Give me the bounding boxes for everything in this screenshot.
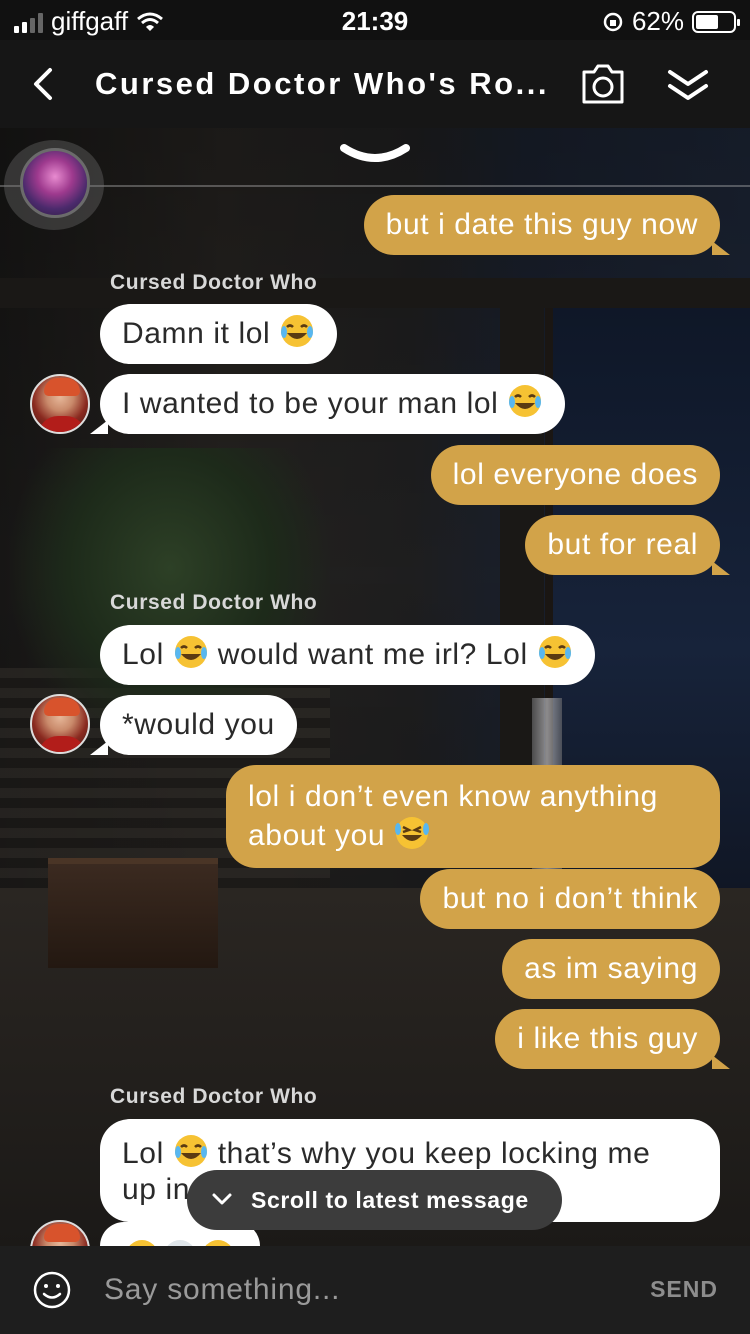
scroll-to-latest-label: Scroll to latest message [251,1187,529,1213]
message-incoming[interactable]: Lol would want me irl? Lol [100,625,595,685]
chevron-down-icon [212,1193,232,1205]
room-background [0,128,750,1246]
camera-icon[interactable] [580,62,626,106]
message-text-line: about you [248,819,386,852]
message-input[interactable] [104,1266,584,1314]
message-text-line-wrap: Lol that’s why you keep locking me [122,1133,698,1172]
status-right: 62% [602,6,740,37]
message-text: Damn it lol [122,317,271,350]
message-incoming[interactable]: *would you [90,695,297,755]
double-chevron-down-icon[interactable] [664,64,712,106]
battery-icon [692,10,740,33]
battery-fill [696,14,719,29]
message-outgoing[interactable]: but for real [525,515,730,575]
chat-header: Cursed Doctor Who's Ro... [0,40,750,128]
status-bar: giffgaff 21:39 62% [0,0,750,40]
laughing-tears-emoji-icon [509,385,542,417]
message-text: but no i don’t think [442,882,698,915]
message-text: *would you [122,708,275,741]
message-incoming[interactable]: I wanted to be your man lol [89,374,566,434]
divider [0,185,750,187]
message-text: Lol [122,1137,164,1170]
message-outgoing[interactable]: but no i don’t think [420,869,720,929]
sender-name: Cursed Doctor Who [110,271,318,294]
message-text: i like this guy [517,1022,698,1055]
sender-name: Cursed Doctor Who [110,1085,318,1108]
laughing-tears-emoji-icon [538,636,571,668]
battery-percent: 62% [631,6,684,36]
message-text: but i date this guy now [385,208,698,241]
message-text-line: lol i don’t even know anything [248,780,658,813]
message-text: I wanted to be your man lol [122,387,499,420]
message-outgoing[interactable]: i like this guy [495,1009,730,1069]
message-text: lol everyone does [452,458,698,491]
scroll-to-latest-button[interactable]: Scroll to latest message [187,1170,562,1230]
message-outgoing[interactable]: lol everyone does [430,445,720,505]
message-composer: SEND [0,1246,750,1334]
sender-avatar[interactable] [30,694,90,754]
background-pot [48,858,218,968]
chat-title: Cursed Doctor Who's Ro... [95,66,549,101]
message-text: that’s why you keep locking me [217,1137,651,1170]
smiley-icon[interactable] [32,1270,72,1310]
pull-down-chevron-icon[interactable] [338,140,412,172]
sender-name: Cursed Doctor Who [110,591,318,614]
message-outgoing[interactable]: but i date this guy now [363,195,731,255]
send-button[interactable]: SEND [650,1276,718,1303]
message-text-line-wrap: about you [248,815,698,854]
message-text: Lol [122,638,164,671]
laughing-tears-emoji-icon [174,636,207,668]
message-incoming[interactable]: Damn it lol [100,304,338,364]
laughing-tears-emoji-icon [281,315,314,347]
message-outgoing[interactable]: lol i don’t even know anything about you [226,765,720,868]
laughing-tears-emoji-icon [174,1135,207,1167]
sender-avatar[interactable] [30,374,90,434]
room-owner-avatar[interactable] [4,140,104,230]
rolling-laughing-emoji-icon [395,817,430,849]
message-text: but for real [547,528,698,561]
message-text: would want me irl? Lol [217,638,528,671]
message-text: as im saying [524,952,698,985]
sender-avatar [30,1220,90,1246]
chevron-left-icon[interactable] [26,62,66,106]
message-outgoing[interactable]: as im saying [502,939,720,999]
sender-avatar-partial[interactable] [30,1220,90,1246]
room-owner-avatar-image [20,148,90,218]
orientation-lock-icon [603,12,623,31]
